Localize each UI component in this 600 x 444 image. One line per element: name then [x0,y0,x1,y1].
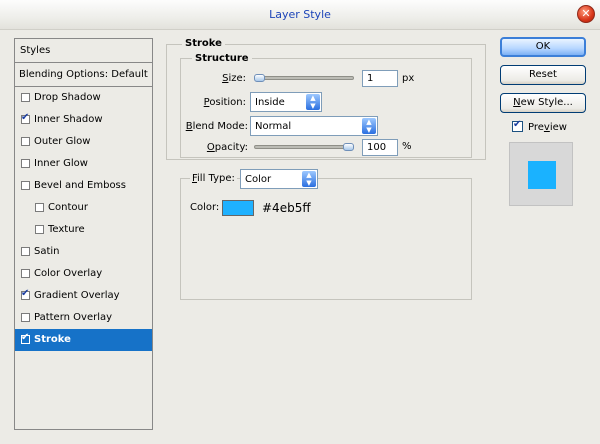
style-item-contour[interactable]: Contour [15,197,152,219]
blend-mode-value: Normal [255,121,292,132]
preview-checkbox[interactable] [512,119,523,132]
style-item-label: Gradient Overlay [34,290,120,301]
checkbox[interactable] [21,159,30,168]
checkbox[interactable] [21,93,30,102]
title-bar: Layer Style ✕ [0,0,600,30]
chevron-updown-icon: ▲ ▼ [362,118,376,134]
fill-type-label: Fill Type: [190,173,237,184]
style-item-label: Bevel and Emboss [34,180,126,191]
style-item-satin[interactable]: Satin [15,241,152,263]
opacity-input[interactable]: 100 [362,139,398,156]
color-label: Color: [190,202,220,213]
blending-options-default[interactable]: Blending Options: Default [15,63,152,87]
style-item-label: Satin [34,246,60,257]
checkbox[interactable] [21,269,30,278]
style-item-color-overlay[interactable]: Color Overlay [15,263,152,285]
position-value: Inside [255,97,285,108]
style-item-label: Texture [48,224,85,235]
stroke-title: Stroke [182,38,225,49]
style-item-drop-shadow[interactable]: Drop Shadow [15,87,152,109]
style-item-pattern-overlay[interactable]: Pattern Overlay [15,307,152,329]
style-item-label: Outer Glow [34,136,91,147]
chevron-updown-icon: ▲ ▼ [302,171,316,187]
preview-thumbnail [509,142,573,206]
checkbox[interactable] [21,332,30,344]
blend-mode-label: Blend Mode: [185,121,248,132]
style-item-texture[interactable]: Texture [15,219,152,241]
preview-label: Preview [528,122,567,133]
blend-mode-select[interactable]: Normal ▲ ▼ [250,116,378,136]
position-label: Position: [203,97,246,108]
preview-swatch [528,161,556,189]
color-swatch[interactable] [222,200,254,216]
checkbox[interactable] [35,225,44,234]
fill-type-select[interactable]: Color ▲ ▼ [240,169,318,189]
size-slider-thumb[interactable] [254,74,265,82]
style-item-label: Contour [48,202,88,213]
checkbox[interactable] [21,247,30,256]
opacity-slider-track[interactable] [254,145,354,149]
fill-type-value: Color [245,174,272,185]
checkbox[interactable] [21,137,30,146]
size-unit: px [402,73,415,84]
fill-group [180,178,472,300]
checkbox[interactable] [21,181,30,190]
new-style-button[interactable]: New Style... [500,93,586,113]
styles-list: Styles Blending Options: Default Drop Sh… [14,38,153,430]
opacity-slider-thumb[interactable] [343,143,354,151]
style-item-inner-shadow[interactable]: Inner Shadow [15,109,152,131]
style-item-label: Inner Glow [34,158,88,169]
styles-header[interactable]: Styles [15,39,152,63]
reset-button[interactable]: Reset [500,65,586,85]
style-item-stroke[interactable]: Stroke [15,329,152,351]
chevron-updown-icon: ▲ ▼ [306,94,320,110]
style-item-gradient-overlay[interactable]: Gradient Overlay [15,285,152,307]
checkbox[interactable] [21,313,30,322]
style-item-label: Stroke [34,334,71,345]
style-item-outer-glow[interactable]: Outer Glow [15,131,152,153]
style-item-label: Drop Shadow [34,92,101,103]
ok-button[interactable]: OK [500,37,586,57]
style-item-inner-glow[interactable]: Inner Glow [15,153,152,175]
checkbox[interactable] [21,288,30,300]
checkbox[interactable] [35,203,44,212]
opacity-unit: % [402,141,412,152]
size-label: Size: [222,73,246,84]
close-icon[interactable]: ✕ [577,5,595,23]
color-hex: #4eb5ff [262,201,311,215]
style-item-bevel-and-emboss[interactable]: Bevel and Emboss [15,175,152,197]
style-item-label: Color Overlay [34,268,103,279]
structure-title: Structure [192,53,252,64]
position-select[interactable]: Inside ▲ ▼ [250,92,322,112]
style-item-label: Inner Shadow [34,114,103,125]
size-input[interactable]: 1 [362,70,398,87]
checkbox[interactable] [21,112,30,124]
size-slider-track[interactable] [254,76,354,80]
window-title: Layer Style [269,8,331,21]
style-item-label: Pattern Overlay [34,312,113,323]
opacity-label: Opacity: [206,142,248,153]
